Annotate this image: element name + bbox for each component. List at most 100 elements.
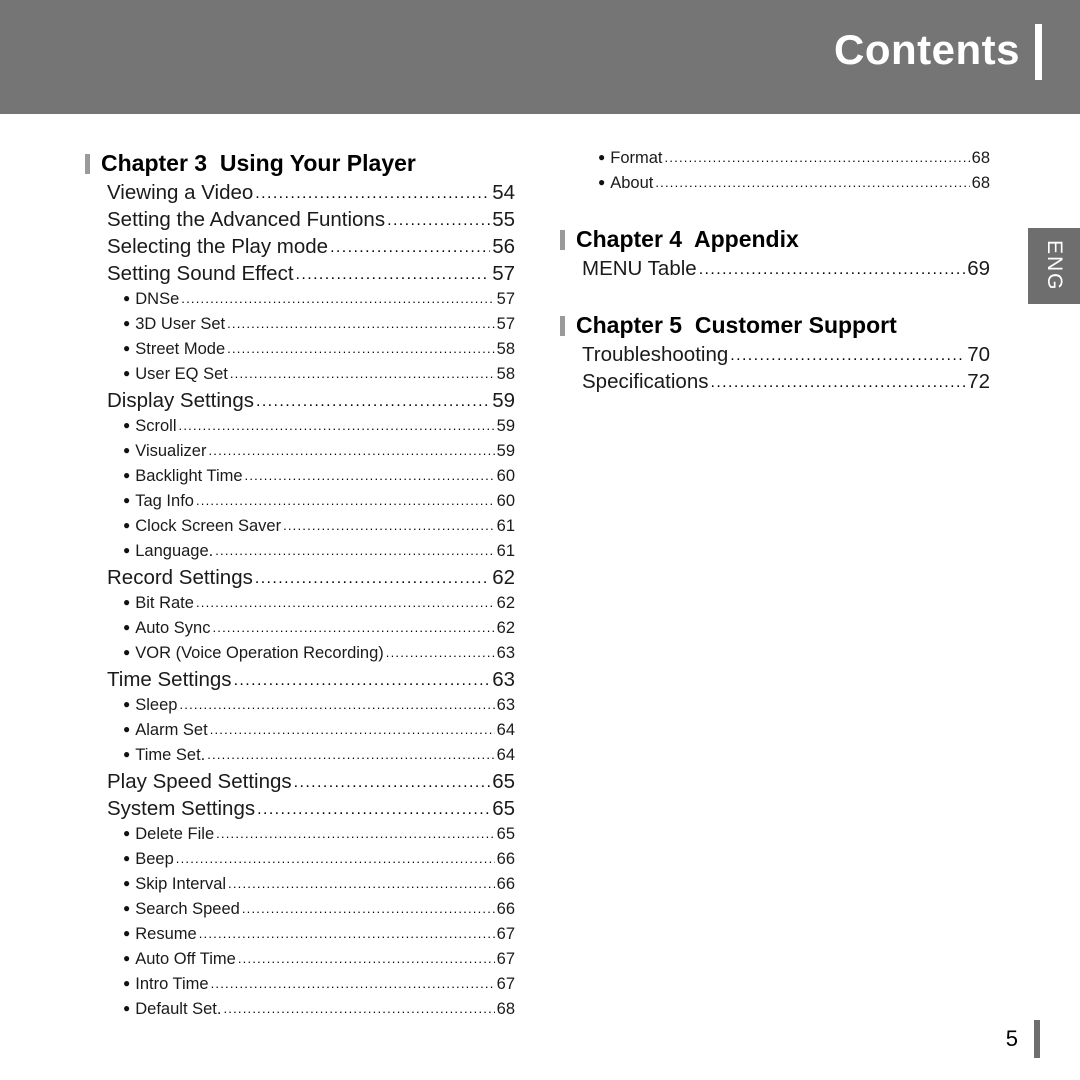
toc-leader-dots: ........................................… [210,977,495,990]
chapter-heading-4-label: Chapter 4 Appendix [576,226,799,252]
toc-leader-dots: ........................................… [215,544,495,557]
toc-entry-label: Specifications [582,370,709,393]
toc-entry[interactable]: ● Default Set............................… [85,1001,515,1024]
toc-leader-dots: ........................................… [227,317,495,330]
toc-entry-page-number: 63 [496,696,515,714]
bullet-icon: ● [123,418,131,432]
toc-entry[interactable]: Setting the Advanced Funtions...........… [85,209,515,235]
toc-entry[interactable]: ● Skip Interval..........................… [85,876,515,899]
toc-leader-dots: ........................................… [244,469,495,482]
bullet-icon: ● [123,620,131,634]
toc-leader-dots: ........................................… [730,348,965,364]
toc-entry-label: Alarm Set [135,721,208,739]
toc-entry[interactable]: ● About..................................… [560,175,990,198]
bullet-icon: ● [123,443,131,457]
toc-right-column: ● Format.................................… [560,150,990,399]
toc-entry[interactable]: ● Time Set...............................… [85,747,515,770]
toc-entry[interactable]: MENU Table..............................… [560,258,990,284]
toc-entry[interactable]: Specifications..........................… [560,370,990,397]
toc-entry-label: Viewing a Video [107,181,254,204]
bullet-icon: ● [123,976,131,990]
toc-leader-dots: ........................................… [241,902,495,915]
bullet-icon: ● [123,951,131,965]
toc-entry[interactable]: ● Delete File............................… [85,826,515,849]
toc-entry-page-number: 57 [492,262,515,285]
toc-entry[interactable]: ● VOR (Voice Operation Recording)........… [85,645,515,668]
toc-leader-dots: ........................................… [179,698,494,711]
toc-entry[interactable]: ● Auto Sync..............................… [85,620,515,643]
toc-entry[interactable]: ● Alarm Set..............................… [85,722,515,745]
toc-leader-dots: ........................................… [198,927,495,940]
toc-entry[interactable]: ● User EQ Set............................… [85,366,515,389]
toc-entry[interactable]: ● Bit Rate...............................… [85,595,515,618]
toc-entry[interactable]: ● Sleep..................................… [85,697,515,720]
toc-entry[interactable]: ● Auto Off Time..........................… [85,951,515,974]
bullet-icon: ● [123,851,131,865]
bullet-icon: ● [123,645,131,659]
toc-entry[interactable]: ● Tag Info...............................… [85,493,515,516]
toc-leader-dots: ........................................… [387,213,490,229]
toc-entry-label: DNSe [135,290,180,308]
toc-entry[interactable]: ● Resume.................................… [85,926,515,949]
toc-entry[interactable]: Troubleshooting.........................… [560,344,990,370]
toc-entry[interactable]: ● 3D User Set............................… [85,316,515,339]
toc-entry[interactable]: Setting Sound Effect....................… [85,262,515,289]
footer-accent-bar [1034,1020,1040,1058]
toc-entry[interactable]: System Settings.........................… [85,798,515,824]
toc-chapter5-entry-list: Troubleshooting.........................… [560,344,990,397]
toc-leader-dots: ........................................… [330,240,491,256]
toc-entry[interactable]: ● Language...............................… [85,543,515,566]
toc-entry[interactable]: Display Settings........................… [85,390,515,416]
toc-leader-dots: ........................................… [283,519,495,532]
toc-entry-page-number: 61 [496,517,515,535]
toc-entry-page-number: 58 [496,340,515,358]
toc-entry-label: Play Speed Settings [107,770,292,793]
toc-entry[interactable]: ● Intro Time.............................… [85,976,515,999]
toc-leader-dots: ........................................… [195,494,495,507]
toc-entry-page-number: 66 [496,850,515,868]
toc-entry-label: Street Mode [135,340,226,358]
bullet-icon: ● [123,747,131,761]
toc-leader-dots: ........................................… [655,176,969,189]
toc-entry[interactable]: ● Search Speed...........................… [85,901,515,924]
toc-entry[interactable]: Viewing a Video.........................… [85,181,515,208]
chapter-heading-5: Chapter 5 Customer Support [560,312,990,339]
toc-leader-dots: ........................................… [181,292,495,305]
toc-leader-dots: ........................................… [216,827,495,840]
page-number: 5 [1005,1026,1018,1051]
toc-entry[interactable]: Play Speed Settings.....................… [85,770,515,797]
toc-entry[interactable]: ● Scroll.................................… [85,418,515,441]
toc-entry[interactable]: Selecting the Play mode.................… [85,236,515,262]
toc-leader-dots: ........................................… [175,852,495,865]
toc-entry-label: Clock Screen Saver [135,517,282,535]
toc-entry-page-number: 57 [496,315,515,333]
toc-entry[interactable]: ● Visualizer.............................… [85,443,515,466]
toc-leader-dots: ........................................… [698,262,965,278]
toc-entry[interactable]: ● DNSe...................................… [85,291,515,314]
bullet-icon: ● [123,901,131,915]
toc-entry[interactable]: Record Settings.........................… [85,566,515,593]
toc-entry-page-number: 63 [496,644,515,662]
toc-entry[interactable]: ● Beep...................................… [85,851,515,874]
bullet-icon: ● [123,876,131,890]
toc-entry-label: Setting Sound Effect [107,262,294,285]
toc-entry[interactable]: Time Settings...........................… [85,669,515,695]
toc-entry-label: Tag Info [135,492,194,510]
bullet-icon: ● [123,518,131,532]
toc-leader-dots: ........................................… [233,673,491,689]
toc-entry-page-number: 72 [967,370,990,393]
toc-entry[interactable]: ● Format.................................… [560,150,990,173]
toc-entry-page-number: 68 [496,1000,515,1018]
toc-entry-label: User EQ Set [135,365,228,383]
toc-leader-dots: ........................................… [228,877,495,890]
toc-entry[interactable]: ● Street Mode............................… [85,341,515,364]
toc-entry[interactable]: ● Backlight Time.........................… [85,468,515,491]
toc-entry[interactable]: ● Clock Screen Saver.....................… [85,518,515,541]
toc-entry-page-number: 65 [492,770,515,793]
toc-entry-label: Record Settings [107,566,253,589]
toc-entry-page-number: 59 [496,442,515,460]
toc-entry-label: Scroll [135,417,177,435]
toc-entry-label: Language. [135,542,214,560]
toc-entry-page-number: 67 [496,925,515,943]
